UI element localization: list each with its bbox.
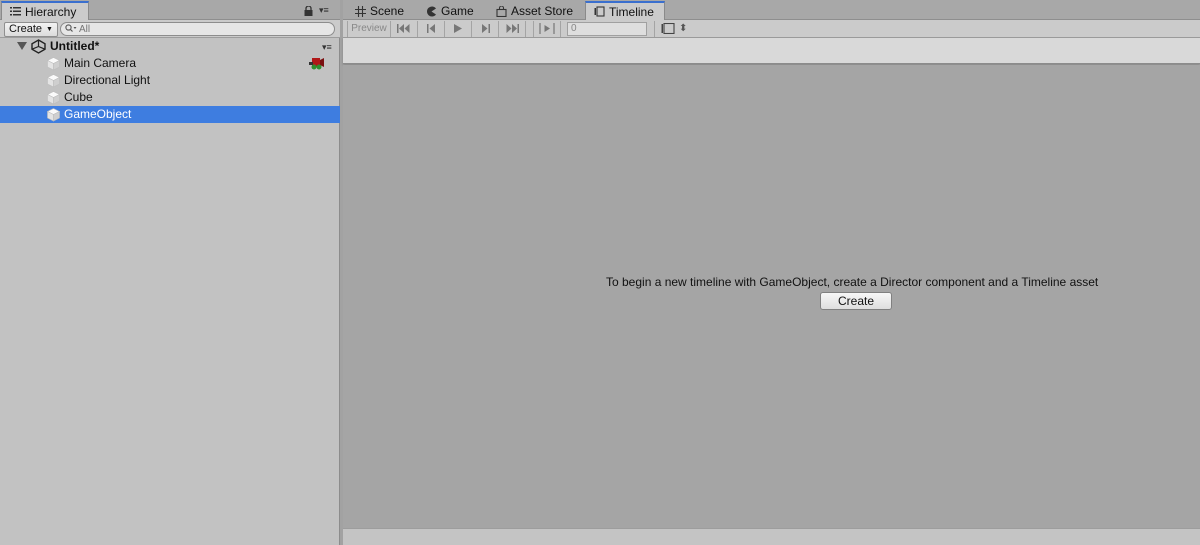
timeline-icon [594,6,605,17]
toolbar-separator [647,20,655,37]
scene-name: Untitled* [50,39,100,53]
goto-end-button[interactable] [499,20,526,37]
pacman-icon [426,6,437,17]
timeline-toolbar: Preview 0 ⬍ [343,20,1200,38]
hierarchy-item-gameobject[interactable]: GameObject [0,106,340,123]
hierarchy-item-directional-light[interactable]: Directional Light [0,72,340,89]
timeline-header-strip [343,38,1200,64]
unity-scene-icon [31,39,46,54]
hierarchy-toolbar: Create ▼ [0,20,340,38]
step-back-icon [426,24,435,33]
camera-gizmo-icon [308,56,325,71]
play-range-icon [539,23,555,34]
play-range-button[interactable] [534,20,561,37]
tab-scene[interactable]: Scene [347,2,412,20]
tab-timeline-label: Timeline [609,4,654,19]
tab-asset-store-label: Asset Store [511,4,574,18]
hierarchy-tabbar: Hierarchy ▾≡ [0,0,340,20]
previous-frame-button[interactable] [418,20,445,37]
goto-start-button[interactable] [391,20,418,37]
main-tabbar: Scene Game Asset Store Timeline [343,0,1200,20]
search-field[interactable] [60,22,335,36]
tab-hierarchy-label: Hierarchy [25,4,77,19]
gameobject-cube-icon [46,90,61,105]
panel-menu-icon[interactable]: ▾≡ [319,6,335,15]
next-frame-button[interactable] [472,20,499,37]
skip-to-start-icon [397,24,410,33]
hierarchy-item-label: Main Camera [64,56,137,70]
tab-asset-store[interactable]: Asset Store [488,2,581,20]
hierarchy-item-cube[interactable]: Cube [0,89,340,106]
play-button[interactable] [445,20,472,37]
scene-row[interactable]: Untitled* ▾≡ [0,38,340,55]
timeline-view-icon [661,23,675,34]
hierarchy-item-label: Directional Light [64,73,151,87]
search-icon [65,23,77,35]
gameobject-cube-icon [46,107,61,122]
create-timeline-button[interactable]: Create [820,292,892,310]
hierarchy-panel: Hierarchy ▾≡ Create ▼ Untitled* ▾≡ [0,0,340,545]
step-forward-icon [481,24,490,33]
tab-timeline[interactable]: Timeline [585,1,665,20]
create-dropdown[interactable]: Create ▼ [4,22,58,37]
list-icon [10,6,21,17]
create-dropdown-label: Create [9,23,43,35]
toolbar-separator [526,20,534,37]
hierarchy-item-label: GameObject [64,107,132,121]
preview-button[interactable]: Preview [347,20,391,37]
timeline-panel: Scene Game Asset Store Timeline Preview [343,0,1200,545]
horizontal-scrollbar[interactable] [343,528,1200,545]
tab-hierarchy[interactable]: Hierarchy [1,1,89,20]
hierarchy-tree: Untitled* ▾≡ Main Camera Directional Lig… [0,38,340,123]
lock-icon[interactable] [304,5,313,16]
tab-game-label: Game [441,4,474,18]
search-input[interactable] [79,23,319,35]
hierarchy-item-main-camera[interactable]: Main Camera [0,55,340,72]
gameobject-cube-icon [46,73,61,88]
play-icon [454,24,462,33]
tab-scene-label: Scene [370,4,405,18]
updown-caret-icon: ⬍ [679,23,688,34]
timeline-empty-message: To begin a new timeline with GameObject,… [606,275,1099,289]
grid-icon [355,5,366,17]
view-options-dropdown[interactable]: ⬍ [661,23,687,34]
hierarchy-item-label: Cube [64,90,93,104]
frame-input[interactable]: 0 [567,21,647,36]
foldout-arrow-icon[interactable] [17,42,27,50]
scene-menu-icon[interactable]: ▾≡ [322,42,332,53]
tab-game[interactable]: Game [418,2,482,20]
timeline-content: To begin a new timeline with GameObject,… [343,65,1200,528]
shopping-bag-icon [496,4,507,17]
dropdown-caret-icon: ▼ [46,26,53,33]
skip-to-end-icon [506,24,519,33]
gameobject-cube-icon [46,56,61,71]
